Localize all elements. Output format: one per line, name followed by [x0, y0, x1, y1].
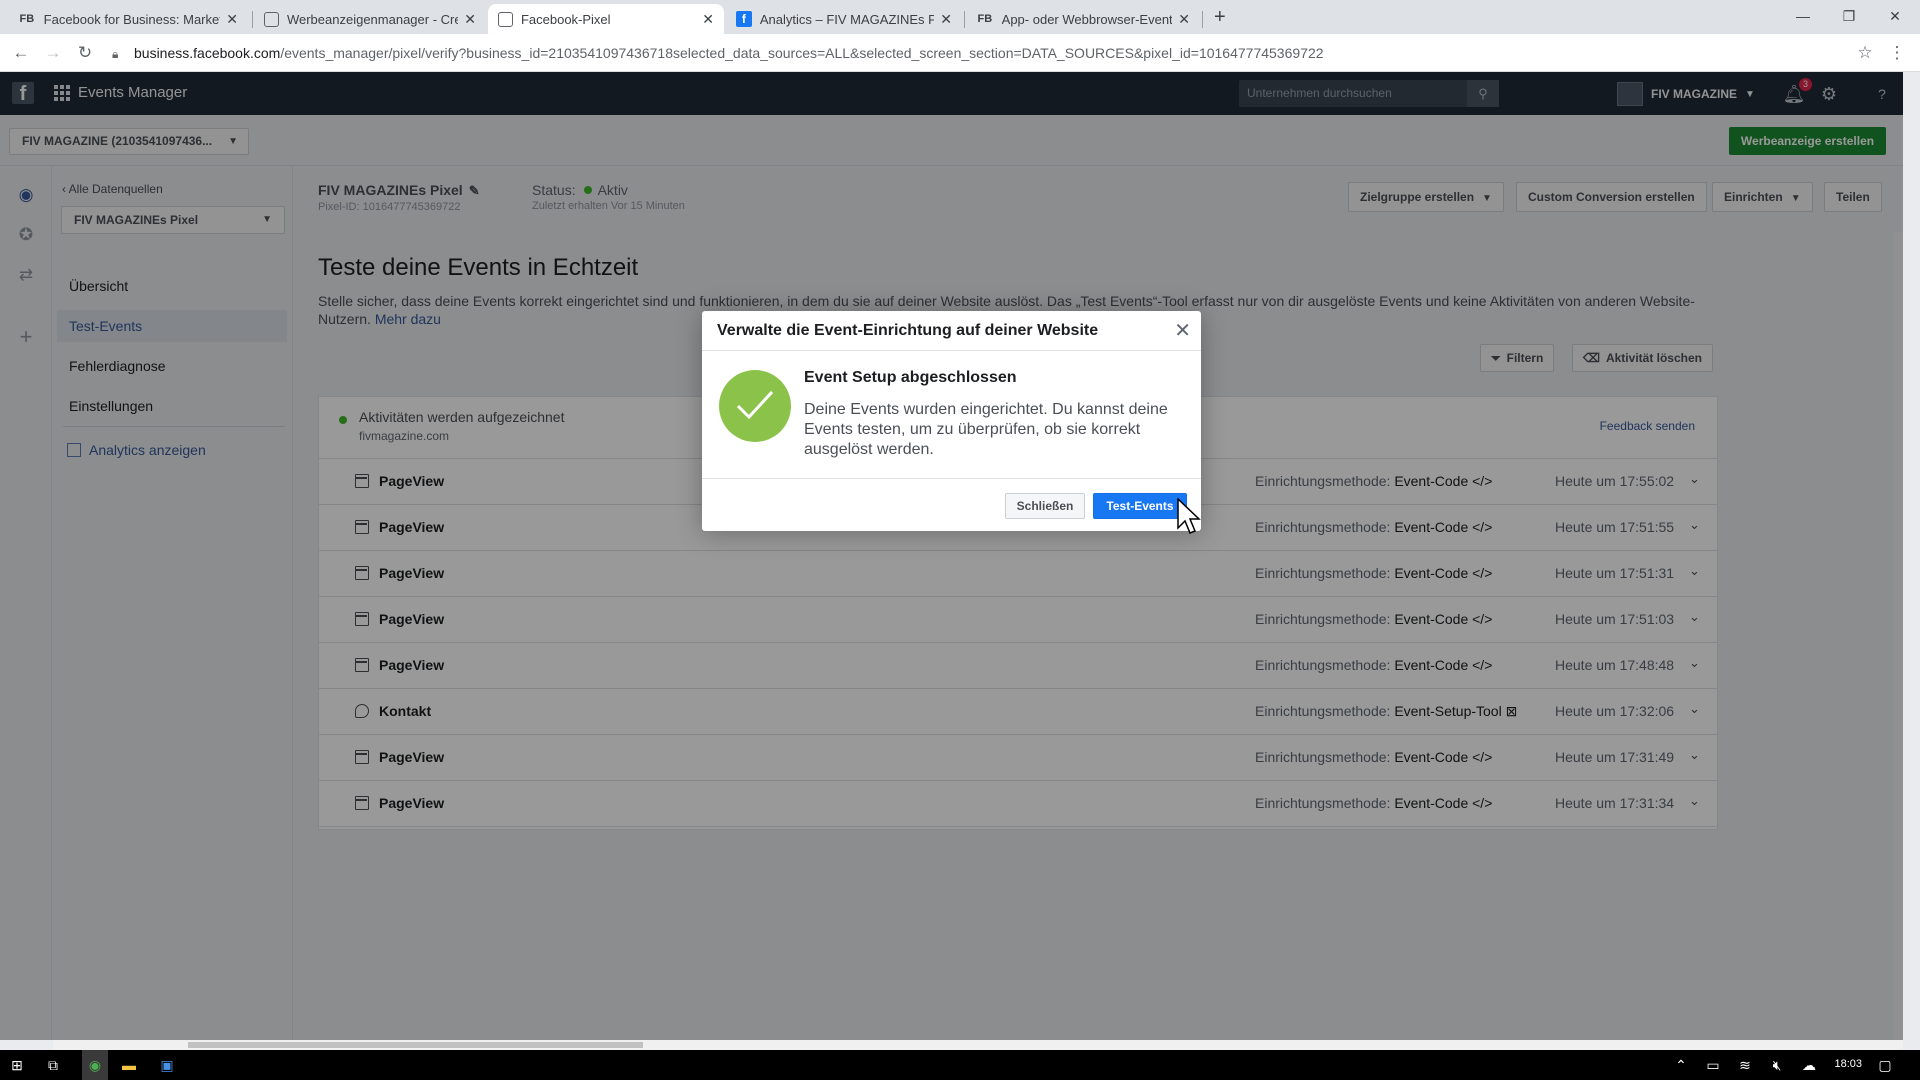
dialog-heading: Event Setup abgeschlossen	[804, 369, 1017, 386]
tab-close-icon[interactable]: ✕	[1178, 11, 1190, 28]
bookmark-star-icon[interactable]: ☆	[1854, 42, 1876, 64]
minimize-icon[interactable]: —	[1780, 0, 1826, 32]
url-path: /events_manager/pixel/verify?business_id…	[280, 45, 1324, 61]
dialog-close-icon[interactable]: ✕	[1174, 318, 1191, 343]
reload-icon[interactable]: ↻	[74, 42, 96, 64]
action-center-icon[interactable]: ▢	[1876, 1057, 1894, 1073]
back-arrow-icon[interactable]: ←	[10, 42, 32, 64]
dialog-title: Verwalte die Event-Einrichtung auf deine…	[717, 322, 1099, 339]
tab-close-icon[interactable]: ✕	[940, 11, 952, 28]
address-bar: ← → ↻ 🔒︎ business.facebook.com/events_man…	[0, 34, 1920, 72]
wifi-icon[interactable]: ≋	[1736, 1057, 1754, 1073]
tab-title: App- oder Webbrowser-Events n	[1001, 11, 1173, 27]
horizontal-scrollbar[interactable]	[53, 1040, 1903, 1050]
restore-icon[interactable]: ❐	[1826, 0, 1872, 32]
tab-close-icon[interactable]: ✕	[226, 11, 238, 28]
browser-tab-active[interactable]: Facebook-Pixel ✕	[488, 4, 724, 34]
tab-title: Werbeanzeigenmanager - Creati	[286, 11, 459, 27]
modal-overlay	[0, 72, 1903, 1040]
windows-taskbar: ⊞ ⧉ ◉ ▬ ▣ ⌃ ▭ ≋ 🔇︎ ☁ 18:03 ▢	[0, 1050, 1920, 1080]
tab-separator	[964, 11, 965, 28]
dialog-footer-divider	[702, 478, 1201, 479]
tab-separator	[252, 11, 253, 28]
success-check-icon	[719, 370, 791, 442]
browser-tab-strip: FB Facebook for Business: Marketing ✕ We…	[0, 0, 1920, 34]
document-icon	[498, 11, 513, 27]
facebook-business-icon: FB	[977, 13, 993, 25]
facebook-business-icon: FB	[19, 13, 35, 25]
battery-icon[interactable]: ▭	[1704, 1057, 1722, 1073]
tab-title: Analytics – FIV MAGAZINEs Pixel	[759, 11, 935, 27]
scrollbar-thumb[interactable]	[188, 1042, 643, 1048]
close-button[interactable]: Schließen	[1005, 493, 1085, 519]
browser-tab[interactable]: Werbeanzeigenmanager - Creati ✕	[254, 4, 486, 34]
tab-title: Facebook-Pixel	[520, 11, 611, 27]
dialog-header: Verwalte die Event-Einrichtung auf deine…	[702, 311, 1201, 351]
test-events-button[interactable]: Test-Events	[1093, 493, 1187, 519]
url-host: business.facebook.com	[134, 45, 281, 61]
new-tab-button[interactable]: +	[1214, 6, 1226, 29]
browser-tab[interactable]: FB App- oder Webbrowser-Events n ✕	[966, 4, 1200, 34]
browser-tab[interactable]: f Analytics – FIV MAGAZINEs Pixel ✕	[726, 4, 962, 34]
forward-arrow-icon[interactable]: →	[42, 42, 64, 64]
tab-title: Facebook for Business: Marketing	[43, 11, 221, 27]
volume-muted-icon[interactable]: 🔇︎	[1768, 1057, 1786, 1073]
tab-separator	[1202, 11, 1203, 28]
window-close-icon[interactable]: ✕	[1872, 0, 1918, 32]
app-window-icon[interactable]: ▣	[158, 1057, 176, 1073]
browser-tab[interactable]: FB Facebook for Business: Marketing ✕	[8, 4, 248, 34]
mouse-pointer-icon	[1177, 497, 1201, 541]
chrome-icon[interactable]: ◉	[82, 1050, 108, 1080]
tab-close-icon[interactable]: ✕	[702, 11, 714, 28]
url-field[interactable]: 🔒︎ business.facebook.com/events_manager/p…	[112, 39, 1892, 67]
tray-chevron-up-icon[interactable]: ⌃	[1672, 1057, 1690, 1073]
tab-close-icon[interactable]: ✕	[464, 11, 476, 28]
taskbar-clock[interactable]: 18:03	[1834, 1058, 1862, 1070]
event-setup-dialog: Verwalte die Event-Einrichtung auf deine…	[702, 311, 1201, 531]
facebook-icon: f	[736, 11, 752, 27]
dialog-body: Deine Events wurden eingerichtet. Du kan…	[804, 401, 1168, 458]
lock-icon: 🔒︎	[112, 47, 119, 61]
document-icon	[264, 11, 279, 27]
cloud-icon[interactable]: ☁	[1800, 1057, 1818, 1073]
task-view-icon[interactable]: ⧉	[44, 1057, 62, 1073]
browser-menu-icon[interactable]: ⋮	[1886, 42, 1908, 64]
file-explorer-icon[interactable]: ▬	[120, 1057, 138, 1073]
windows-start-icon[interactable]: ⊞	[8, 1057, 26, 1073]
